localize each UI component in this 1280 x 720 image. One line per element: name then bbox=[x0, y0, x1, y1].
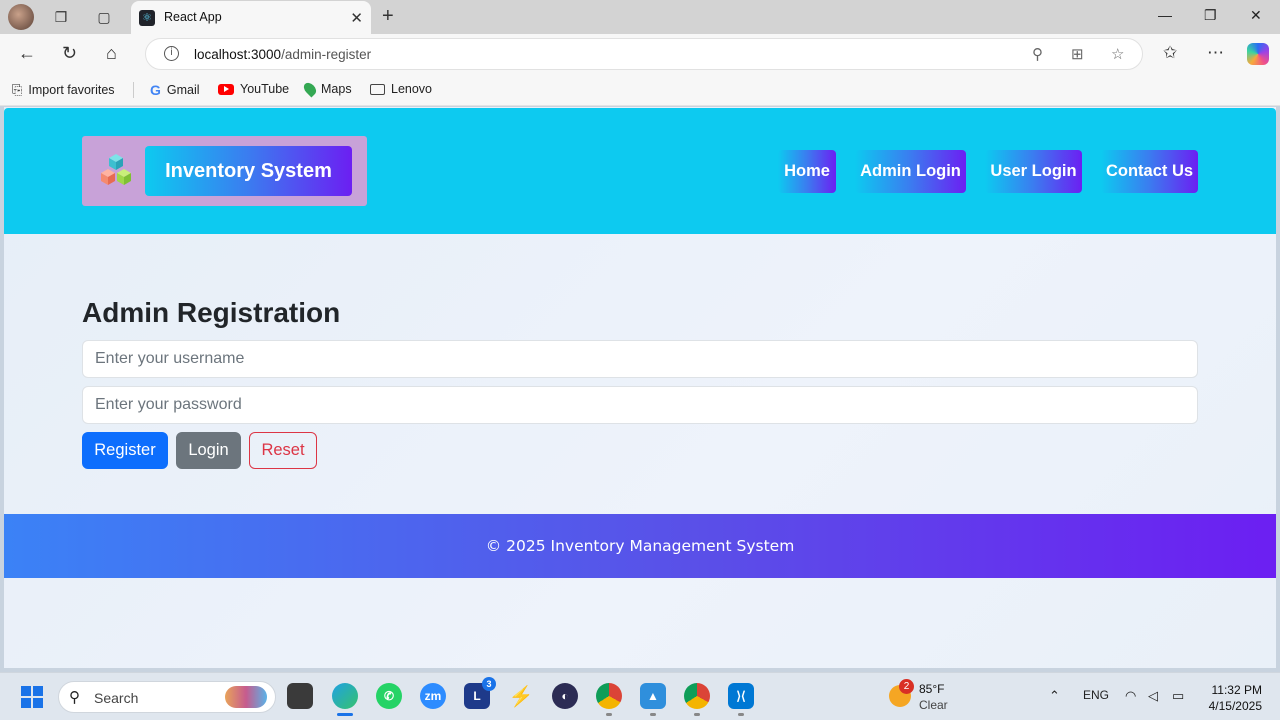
weather-badge: 2 bbox=[899, 679, 914, 694]
taskbar: ⚲ Search ✆ zm L 3 ⚡ ◐ ▲ ⟩⟨ 2 85°F Clear … bbox=[0, 672, 1280, 720]
whatsapp-icon[interactable]: ✆ bbox=[376, 683, 402, 709]
brand[interactable]: Inventory System bbox=[82, 136, 367, 206]
tray-chevron-up-icon[interactable]: ⌃ bbox=[1049, 688, 1060, 704]
close-window-icon[interactable]: ✕ bbox=[1250, 7, 1262, 24]
brand-title[interactable]: Inventory System bbox=[145, 146, 352, 196]
language-indicator[interactable]: ENG bbox=[1083, 688, 1109, 702]
app-footer: © 2025 Inventory Management System bbox=[4, 514, 1276, 578]
active-app-indicator bbox=[337, 713, 353, 716]
new-tab-icon[interactable]: + bbox=[382, 5, 394, 28]
restore-icon[interactable]: ❐ bbox=[1204, 7, 1217, 24]
vscode-icon[interactable]: ⟩⟨ bbox=[728, 683, 754, 709]
address-bar[interactable]: i localhost:3000/admin-register ⚲ ⊞ ☆ bbox=[145, 38, 1143, 70]
url-host: localhost:3000 bbox=[194, 47, 282, 62]
bookmark-separator bbox=[133, 82, 134, 98]
tab-close-icon[interactable]: ✕ bbox=[350, 9, 363, 27]
import-icon: ⎘ bbox=[12, 82, 23, 97]
tab-title: React App bbox=[164, 10, 222, 24]
bookmark-label: Lenovo bbox=[391, 82, 433, 96]
app-header: Inventory System Home Admin Login User L… bbox=[4, 108, 1276, 234]
refresh-icon[interactable]: ↻ bbox=[62, 43, 77, 64]
bookmark-lenovo[interactable]: Lenovo bbox=[370, 82, 432, 96]
app-running-indicator bbox=[606, 713, 612, 716]
reset-button[interactable]: Reset bbox=[249, 432, 317, 469]
bookmarks-bar: ⎘ Import favorites G Gmail YouTube Maps … bbox=[0, 74, 1280, 106]
google-icon: G bbox=[150, 82, 161, 98]
cubes-logo-icon bbox=[101, 154, 131, 185]
folder-icon bbox=[370, 83, 385, 95]
browser-tab-bar: ❐ ▢ ⚛ React App ✕ + — ❐ ✕ bbox=[0, 0, 1280, 34]
home-icon[interactable]: ⌂ bbox=[106, 43, 117, 64]
search-icon: ⚲ bbox=[69, 689, 80, 706]
tab-actions-icon[interactable]: ▢ bbox=[93, 6, 115, 28]
minimize-icon[interactable]: — bbox=[1158, 7, 1172, 23]
weather-condition[interactable]: Clear bbox=[919, 698, 948, 712]
bookmark-label: Gmail bbox=[166, 83, 200, 97]
react-favicon-icon: ⚛ bbox=[139, 10, 155, 26]
bookmark-gmail[interactable]: G Gmail bbox=[150, 82, 200, 98]
page-title: Admin Registration bbox=[82, 297, 341, 328]
address-url[interactable]: localhost:3000/admin-register bbox=[194, 47, 371, 62]
chrome-icon[interactable] bbox=[684, 683, 710, 709]
notification-badge: 3 bbox=[482, 677, 496, 691]
nav-user-login[interactable]: User Login bbox=[985, 150, 1082, 193]
tab-react-app[interactable]: ⚛ React App ✕ bbox=[131, 1, 371, 34]
weather-temperature[interactable]: 85°F bbox=[919, 682, 944, 696]
nav-admin-login[interactable]: Admin Login bbox=[855, 150, 966, 193]
bookmark-maps[interactable]: Maps bbox=[301, 80, 352, 98]
clock-time: 11:32 PM bbox=[1211, 683, 1262, 697]
eclipse-icon[interactable]: ◐ bbox=[552, 683, 578, 709]
battery-icon[interactable]: ▭ bbox=[1172, 688, 1184, 704]
footer-text: © 2025 Inventory Management System bbox=[485, 537, 795, 555]
app-running-indicator bbox=[738, 713, 744, 716]
more-menu-icon[interactable]: ⋯ bbox=[1207, 43, 1224, 63]
chrome-profile-icon[interactable] bbox=[596, 683, 622, 709]
bookmark-import-favorites[interactable]: ⎘ Import favorites bbox=[12, 82, 115, 98]
maps-pin-icon bbox=[301, 80, 319, 98]
task-view-icon[interactable] bbox=[287, 683, 313, 709]
lightning-app-icon[interactable]: ⚡ bbox=[508, 683, 534, 709]
volume-icon[interactable]: ◁ bbox=[1148, 688, 1158, 704]
edge-icon[interactable] bbox=[332, 683, 358, 709]
youtube-icon bbox=[218, 83, 234, 95]
nav-home[interactable]: Home bbox=[778, 150, 836, 193]
site-info-icon[interactable]: i bbox=[164, 46, 179, 61]
photos-icon[interactable]: ▲ bbox=[640, 683, 666, 709]
register-button[interactable]: Register bbox=[82, 432, 168, 469]
back-icon[interactable]: ← bbox=[18, 43, 36, 64]
bookmark-label: YouTube bbox=[240, 82, 290, 96]
page-viewport: Inventory System Home Admin Login User L… bbox=[4, 107, 1276, 668]
windows-start-icon[interactable] bbox=[21, 686, 43, 708]
app-running-indicator bbox=[650, 713, 656, 716]
copilot-icon[interactable] bbox=[1247, 43, 1269, 65]
search-label: Search bbox=[94, 690, 139, 706]
search-highlight-icon bbox=[225, 686, 267, 708]
lenovo-vantage-icon[interactable]: L 3 bbox=[464, 677, 496, 709]
nav-contact-us[interactable]: Contact Us bbox=[1101, 150, 1198, 193]
key-icon[interactable]: ⚲ bbox=[1032, 45, 1043, 63]
apps-icon[interactable]: ⊞ bbox=[1071, 45, 1084, 63]
clock-date: 4/15/2025 bbox=[1208, 699, 1262, 713]
taskbar-search[interactable]: ⚲ Search bbox=[58, 681, 276, 713]
url-path: /admin-register bbox=[281, 47, 372, 62]
password-input[interactable] bbox=[82, 386, 1198, 424]
zoom-icon[interactable]: zm bbox=[420, 683, 446, 709]
browser-toolbar: ← ↻ ⌂ i localhost:3000/admin-register ⚲ … bbox=[0, 34, 1280, 74]
workspaces-icon[interactable]: ❐ bbox=[50, 6, 72, 28]
favorites-icon[interactable]: ✩ bbox=[1163, 43, 1177, 63]
wifi-icon[interactable]: ◠ bbox=[1125, 688, 1136, 704]
username-input[interactable] bbox=[82, 340, 1198, 378]
bookmark-label: Import favorites bbox=[28, 83, 115, 97]
system-clock[interactable]: 11:32 PM 4/15/2025 bbox=[1209, 682, 1262, 714]
login-button[interactable]: Login bbox=[176, 432, 241, 469]
bookmark-youtube[interactable]: YouTube bbox=[218, 82, 289, 96]
app-running-indicator bbox=[694, 713, 700, 716]
bookmark-label: Maps bbox=[321, 82, 352, 96]
favorite-star-icon[interactable]: ☆ bbox=[1111, 45, 1124, 63]
profile-avatar[interactable] bbox=[8, 4, 34, 30]
